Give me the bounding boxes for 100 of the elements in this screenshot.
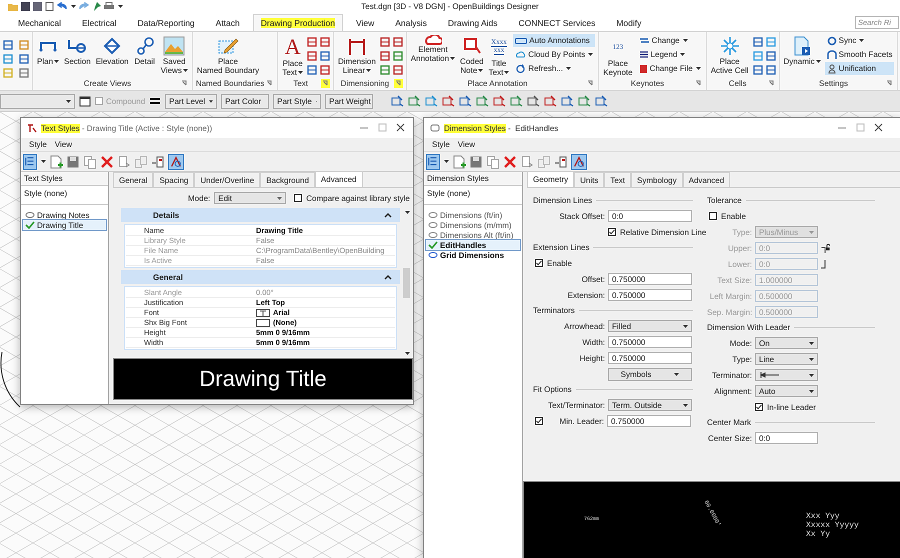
- dialog-launcher-icon[interactable]: [320, 79, 330, 88]
- menu-item[interactable]: View: [54, 140, 72, 149]
- ribbon-button[interactable]: Saved Views: [160, 34, 189, 75]
- text-style-entry[interactable]: Drawing Title: [23, 220, 106, 230]
- ribbon-button[interactable]: Element Annotation: [410, 34, 456, 63]
- ribbon-button[interactable]: Plan: [36, 34, 60, 66]
- tab[interactable]: Advanced: [682, 172, 730, 187]
- dimension-style-entry[interactable]: Dimensions (m/mm): [426, 220, 520, 230]
- dropdown[interactable]: Term. Outside: [608, 399, 692, 411]
- import-icon[interactable]: [151, 154, 165, 170]
- ribbon-button[interactable]: Section: [63, 34, 92, 66]
- tab[interactable]: Geometry: [527, 171, 574, 187]
- document-arrow-icon[interactable]: [520, 154, 534, 170]
- dropdown[interactable]: Line: [755, 353, 818, 365]
- dropdown[interactable]: On: [755, 337, 818, 349]
- new-document-icon[interactable]: [452, 154, 466, 170]
- dialog-launcher-icon[interactable]: [265, 79, 274, 88]
- dimension-style-entry[interactable]: Dimensions Alt (ft/in): [426, 230, 520, 240]
- input-field[interactable]: 0.750000: [608, 273, 692, 285]
- tab[interactable]: Symbology: [631, 172, 683, 187]
- copy-icon[interactable]: [83, 154, 97, 170]
- attribute-dropdown[interactable]: Part Style: [273, 94, 322, 108]
- dialog-launcher-icon[interactable]: [586, 79, 596, 88]
- mode-select[interactable]: Edit: [214, 192, 286, 204]
- ribbon-button[interactable]: Detail: [132, 34, 157, 66]
- dimension-style-entry[interactable]: EditHandles: [426, 240, 520, 250]
- dimension-style-entry[interactable]: Dimensions (ft/in): [426, 210, 520, 220]
- dropdown[interactable]: Filled: [608, 320, 692, 332]
- ribbon-tab[interactable]: Modify: [608, 14, 650, 31]
- triangle-magnifier-icon[interactable]: [168, 154, 184, 170]
- checkbox[interactable]: [535, 259, 543, 267]
- save-icon[interactable]: [66, 154, 80, 170]
- ribbon-button[interactable]: Elevation: [94, 34, 130, 66]
- list-view-icon[interactable]: [23, 154, 37, 170]
- ribbon-tab[interactable]: CONNECT Services: [510, 14, 604, 31]
- ribbon-tab[interactable]: View: [348, 14, 382, 31]
- dropdown[interactable]: [755, 369, 818, 381]
- ribbon-button[interactable]: Change: [636, 34, 703, 47]
- ribbon-button[interactable]: Change File: [636, 62, 703, 75]
- checkbox[interactable]: [608, 228, 616, 236]
- list-item[interactable]: Style (none): [424, 186, 522, 205]
- dialog-launcher-icon[interactable]: [694, 79, 703, 88]
- tab[interactable]: Background: [260, 172, 315, 187]
- ribbon-tab[interactable]: Data/Reporting: [129, 14, 203, 31]
- ribbon-button[interactable]: Smooth Facets: [824, 48, 894, 61]
- attribute-dropdown[interactable]: Part Color: [221, 94, 270, 108]
- ribbon-button[interactable]: Legend: [636, 48, 703, 61]
- dropdown[interactable]: Auto: [755, 385, 818, 397]
- dropdown-field[interactable]: [0, 94, 75, 108]
- copy-icon[interactable]: [486, 154, 500, 170]
- ribbon-button[interactable]: Refresh...: [513, 62, 596, 75]
- list-item[interactable]: Style (none): [21, 186, 108, 205]
- checkbox[interactable]: [755, 403, 763, 411]
- ribbon-tab[interactable]: Electrical: [74, 14, 124, 31]
- tab[interactable]: Under/Overline: [194, 172, 260, 187]
- checkbox[interactable]: [709, 212, 717, 220]
- input-field[interactable]: 0.750000: [608, 336, 692, 348]
- ribbon-tab[interactable]: Attach: [208, 14, 248, 31]
- ribbon-tab[interactable]: Drawing Production: [252, 14, 343, 31]
- document-arrow-icon[interactable]: [117, 154, 131, 170]
- ribbon-tab[interactable]: Mechanical: [10, 14, 69, 31]
- symbols-button[interactable]: Symbols: [608, 368, 692, 380]
- dialog-launcher-icon[interactable]: [394, 79, 403, 88]
- ribbon-button[interactable]: Dimension Linear: [336, 34, 377, 75]
- tab[interactable]: General: [113, 172, 154, 187]
- tab[interactable]: Advanced: [314, 171, 362, 187]
- menu-item[interactable]: Style: [432, 140, 450, 149]
- ribbon-button[interactable]: Unification: [824, 62, 894, 75]
- ribbon-button[interactable]: Place Named Boundary: [196, 34, 260, 75]
- checkbox[interactable]: [535, 417, 543, 425]
- tab[interactable]: Spacing: [153, 172, 194, 187]
- delete-icon[interactable]: [100, 154, 114, 170]
- bracket-magnifier-icon[interactable]: [571, 154, 587, 170]
- section-header[interactable]: General: [121, 270, 400, 284]
- delete-icon[interactable]: [503, 154, 517, 170]
- list-view-icon[interactable]: [426, 154, 440, 170]
- ribbon-button[interactable]: Sync: [824, 34, 894, 47]
- section-header[interactable]: Details: [121, 208, 400, 222]
- ribbon-button[interactable]: A Place Text: [281, 34, 304, 77]
- menu-item[interactable]: Style: [29, 140, 47, 149]
- ribbon-button[interactable]: Cloud By Points: [513, 48, 596, 61]
- ribbon-tab[interactable]: Drawing Aids: [440, 14, 506, 31]
- dialog-launcher-icon[interactable]: [766, 79, 776, 88]
- attribute-dropdown[interactable]: Part Level: [165, 94, 218, 108]
- text-style-entry[interactable]: Drawing Notes: [23, 210, 106, 220]
- input-field[interactable]: 0.750000: [607, 415, 691, 427]
- checkbox[interactable]: [294, 194, 302, 202]
- import-icon[interactable]: [554, 154, 568, 170]
- input-field[interactable]: 0:0: [608, 210, 692, 222]
- save-icon[interactable]: [469, 154, 483, 170]
- new-document-icon[interactable]: [49, 154, 63, 170]
- tab[interactable]: Text: [604, 172, 632, 187]
- ribbon-button[interactable]: Dynamic: [782, 34, 822, 66]
- dialog-launcher-icon[interactable]: [885, 79, 894, 88]
- attribute-dropdown[interactable]: Part Weight: [325, 94, 374, 108]
- dialog-launcher-icon[interactable]: [180, 79, 189, 88]
- input-field[interactable]: 0.750000: [608, 289, 692, 301]
- ribbon-button[interactable]: Place Active Cell: [710, 34, 750, 75]
- scroll-thumb[interactable]: [403, 268, 410, 298]
- ribbon-button[interactable]: Coded Note: [459, 34, 485, 75]
